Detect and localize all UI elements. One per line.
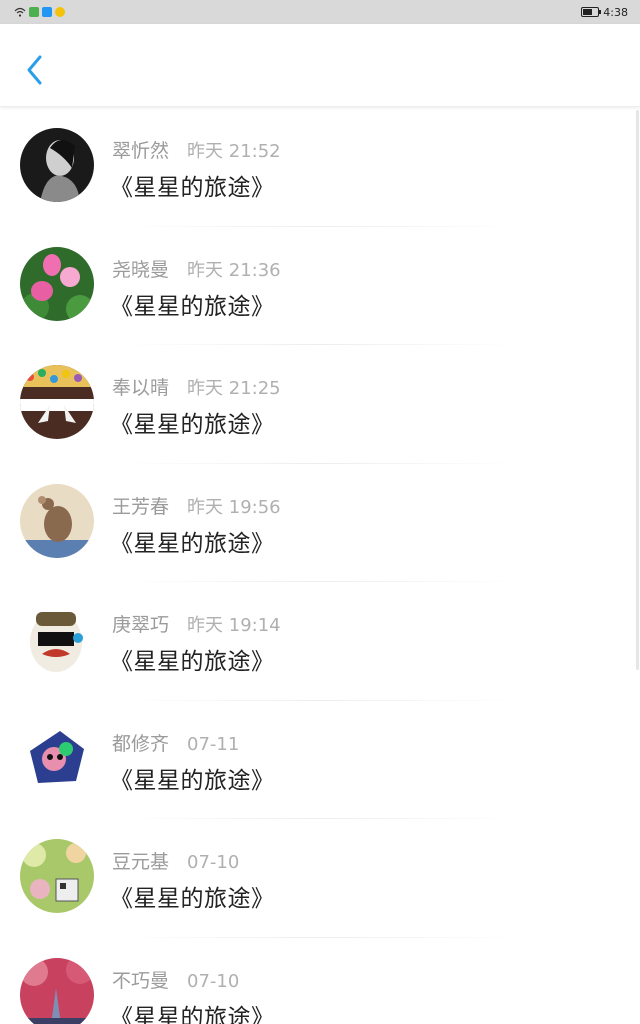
user-name: 都修齐 bbox=[112, 732, 170, 755]
back-button[interactable] bbox=[20, 52, 48, 88]
item-title: 《星星的旅途》 bbox=[110, 1004, 275, 1024]
item-meta: 豆元基 07-10 bbox=[112, 847, 239, 874]
user-name: 尧晓曼 bbox=[112, 258, 170, 281]
item-meta: 尧晓曼 昨天 21:36 bbox=[112, 255, 281, 282]
message-list: 翠忻然 昨天 21:52 《星星的旅途》 尧晓曼 昨天 21:36 《星星的旅途… bbox=[0, 108, 640, 1024]
timestamp: 07-11 bbox=[187, 733, 240, 755]
list-item[interactable]: 王芳春 昨天 19:56 《星星的旅途》 bbox=[0, 464, 640, 582]
list-item[interactable]: 不巧曼 07-10 《星星的旅途》 bbox=[0, 938, 640, 1024]
avatar[interactable] bbox=[20, 365, 94, 439]
list-item[interactable]: 豆元基 07-10 《星星的旅途》 bbox=[0, 819, 640, 938]
item-meta: 不巧曼 07-10 bbox=[112, 966, 239, 993]
item-title: 《星星的旅途》 bbox=[110, 293, 275, 320]
item-title: 《星星的旅途》 bbox=[110, 412, 275, 438]
avatar[interactable] bbox=[20, 483, 94, 558]
item-meta: 翠忻然 昨天 21:52 bbox=[112, 136, 281, 163]
user-name: 庚翠巧 bbox=[112, 614, 170, 636]
chevron-left-icon bbox=[27, 55, 42, 85]
user-name: 王芳春 bbox=[112, 495, 170, 518]
app-notification-icon bbox=[42, 7, 52, 17]
list-item[interactable]: 庚翠巧 昨天 19:14 《星星的旅途》 bbox=[0, 582, 640, 701]
avatar[interactable] bbox=[20, 720, 94, 795]
status-time: 4:38 bbox=[603, 5, 628, 19]
user-name: 奉以晴 bbox=[112, 377, 170, 399]
app-header bbox=[0, 24, 640, 107]
timestamp: 昨天 21:25 bbox=[187, 378, 281, 399]
avatar[interactable] bbox=[20, 602, 94, 676]
app-notification-icon bbox=[55, 7, 65, 17]
status-bar: 4:38 bbox=[0, 0, 640, 24]
item-meta: 庚翠巧 昨天 19:14 bbox=[112, 610, 281, 637]
list-item[interactable]: 都修齐 07-11 《星星的旅途》 bbox=[0, 701, 640, 819]
list-item[interactable]: 翠忻然 昨天 21:52 《星星的旅途》 bbox=[0, 108, 640, 227]
item-meta: 王芳春 昨天 19:56 bbox=[112, 492, 281, 519]
avatar[interactable] bbox=[20, 957, 94, 1024]
timestamp: 昨天 21:52 bbox=[187, 141, 281, 162]
user-name: 不巧曼 bbox=[112, 969, 170, 992]
timestamp: 07-10 bbox=[187, 852, 240, 873]
item-title: 《星星的旅途》 bbox=[110, 886, 275, 912]
user-name: 豆元基 bbox=[112, 851, 170, 873]
item-title: 《星星的旅途》 bbox=[110, 767, 275, 794]
avatar[interactable] bbox=[20, 128, 94, 202]
list-item[interactable]: 奉以晴 昨天 21:25 《星星的旅途》 bbox=[0, 345, 640, 464]
item-title: 《星星的旅途》 bbox=[110, 530, 275, 557]
timestamp: 昨天 19:56 bbox=[187, 496, 281, 518]
wifi-icon bbox=[14, 7, 26, 17]
avatar[interactable] bbox=[20, 246, 94, 321]
list-item[interactable]: 尧晓曼 昨天 21:36 《星星的旅途》 bbox=[0, 227, 640, 345]
item-title: 《星星的旅途》 bbox=[110, 175, 275, 201]
user-name: 翠忻然 bbox=[112, 140, 170, 162]
app-notification-icon bbox=[29, 7, 39, 17]
battery-icon bbox=[581, 7, 602, 17]
avatar[interactable] bbox=[20, 839, 94, 913]
item-meta: 奉以晴 昨天 21:25 bbox=[112, 373, 281, 400]
status-right: 4:38 bbox=[581, 6, 628, 19]
timestamp: 昨天 21:36 bbox=[187, 259, 281, 281]
timestamp: 昨天 19:14 bbox=[187, 615, 281, 636]
timestamp: 07-10 bbox=[187, 970, 240, 992]
item-title: 《星星的旅途》 bbox=[110, 649, 275, 675]
item-meta: 都修齐 07-11 bbox=[112, 729, 239, 756]
status-icons bbox=[14, 7, 65, 17]
